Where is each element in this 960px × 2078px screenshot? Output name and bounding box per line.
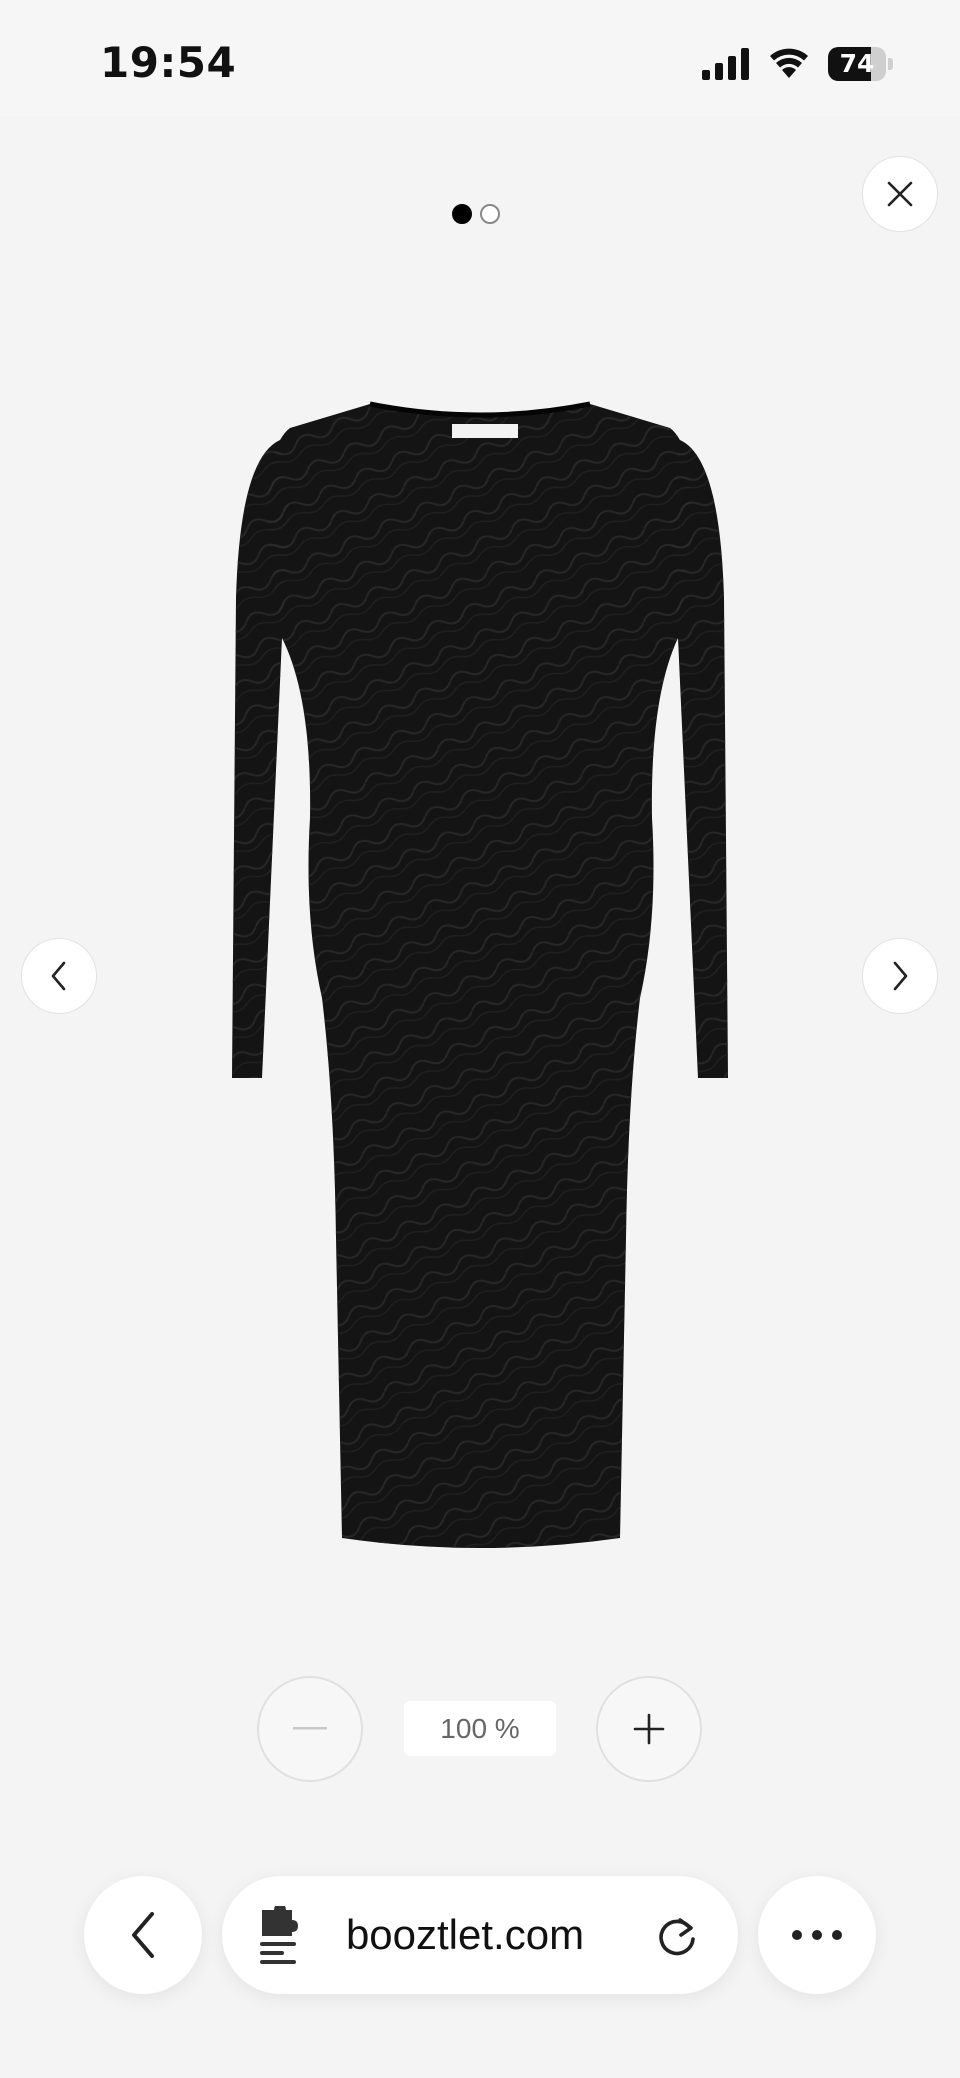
close-icon [887,181,913,207]
more-icon [792,1930,842,1940]
address-bar[interactable]: booztlet.com [222,1876,738,1994]
status-bar: 19:54 74 [0,0,960,116]
wifi-icon [770,48,808,78]
browser-back-button[interactable] [84,1876,202,1994]
status-time: 19:54 [100,38,237,87]
plus-icon [633,1713,665,1745]
battery-indicator: 74 [828,47,894,81]
product-image-dress [232,401,728,1548]
zoom-out-button[interactable] [257,1676,363,1782]
chevron-left-icon [51,961,66,991]
chevron-left-icon [132,1912,154,1958]
slide-dot-1[interactable] [452,204,472,224]
zoom-level: 100 % [404,1701,556,1756]
slide-dot-2[interactable] [480,204,500,224]
url-text: booztlet.com [345,1911,585,1958]
close-button[interactable] [862,156,938,232]
battery-level: 74 [839,49,875,78]
reload-icon[interactable] [654,1912,700,1958]
next-image-button[interactable] [862,938,938,1014]
zoom-in-button[interactable] [596,1676,702,1782]
minus-icon [293,1727,327,1730]
previous-image-button[interactable] [21,938,97,1014]
cellular-signal-icon [702,48,749,80]
extension-icon[interactable] [258,1906,308,1964]
chevron-right-icon [893,961,908,991]
slide-indicator [452,204,500,224]
more-options-button[interactable] [758,1876,876,1994]
